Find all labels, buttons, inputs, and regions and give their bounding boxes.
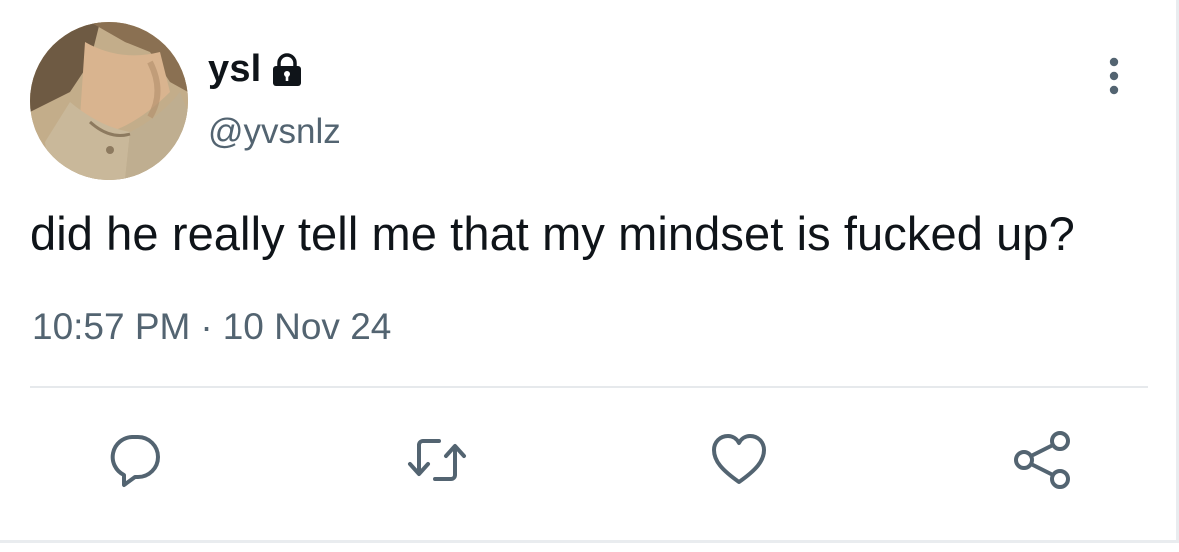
tweet-time: 10:57 PM [32, 306, 191, 347]
lock-icon [269, 52, 305, 88]
author-name-row: ysl [208, 46, 305, 92]
display-name[interactable]: ysl [208, 48, 261, 91]
avatar[interactable] [30, 22, 188, 180]
retweet-arrows-icon [408, 439, 466, 481]
tweet-text: did he really tell me that my mindset is… [30, 207, 1075, 260]
reply-button[interactable] [103, 428, 167, 492]
tweet-card: ysl @yvsnlz did he really tell me that m… [0, 0, 1179, 543]
more-options-icon[interactable] [1100, 56, 1128, 98]
like-button[interactable] [707, 428, 771, 492]
meta-separator: · [200, 306, 213, 347]
avatar-photo [30, 22, 188, 180]
user-handle[interactable]: @yvsnlz [208, 112, 341, 152]
heart-icon [712, 434, 766, 484]
tweet-date: 10 Nov 24 [222, 306, 392, 347]
tweet-timestamp[interactable]: 10:57 PM · 10 Nov 24 [32, 306, 391, 348]
share-nodes-icon [1014, 431, 1070, 489]
share-button[interactable] [1010, 428, 1074, 492]
divider [30, 386, 1148, 388]
retweet-button[interactable] [405, 428, 469, 492]
speech-bubble-icon [110, 435, 160, 487]
